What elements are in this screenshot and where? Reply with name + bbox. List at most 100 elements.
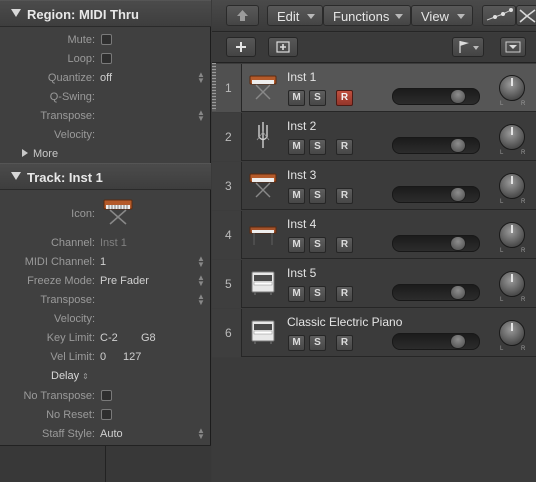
record-enable-button[interactable]: R bbox=[336, 335, 353, 351]
edit-menu[interactable]: Edit bbox=[267, 5, 323, 26]
key-limit-row[interactable]: Key Limit: C-2 G8 bbox=[0, 329, 211, 348]
electric-piano-icon[interactable] bbox=[248, 218, 278, 248]
new-folder-track-button[interactable] bbox=[268, 37, 298, 57]
track-row[interactable]: 4 Inst 4MSRLR bbox=[212, 211, 536, 259]
updown-arrows-icon[interactable]: ⇕ bbox=[82, 372, 89, 381]
track-name[interactable]: Classic Electric Piano bbox=[287, 315, 402, 329]
mute-button[interactable]: M bbox=[288, 335, 305, 351]
track-number[interactable]: 4 bbox=[212, 211, 242, 259]
mute-button[interactable]: M bbox=[288, 90, 305, 106]
track-velocity-row[interactable]: Velocity: bbox=[0, 310, 211, 329]
upright-piano-icon[interactable] bbox=[248, 267, 278, 297]
disclosure-triangle-icon[interactable] bbox=[11, 9, 21, 17]
track-row[interactable]: 1 Inst 1MSRLR bbox=[212, 64, 536, 112]
track-number[interactable]: 1 bbox=[212, 64, 242, 112]
record-enable-button[interactable]: R bbox=[336, 237, 353, 253]
key-limit-low[interactable]: C-2 bbox=[100, 332, 118, 344]
track-name[interactable]: Inst 5 bbox=[287, 266, 316, 280]
updown-arrows-icon[interactable]: ▲ ▼ bbox=[197, 274, 205, 288]
synth-keyboard-icon[interactable] bbox=[248, 169, 278, 199]
record-enable-button[interactable]: R bbox=[336, 90, 353, 106]
region-quantize-row[interactable]: Quantize: off ▲ ▼ bbox=[0, 69, 211, 88]
fader-knob[interactable] bbox=[450, 285, 466, 300]
updown-arrows-icon[interactable]: ▲ ▼ bbox=[197, 109, 205, 123]
solo-button[interactable]: S bbox=[309, 90, 326, 106]
flag-menu-button[interactable] bbox=[452, 37, 484, 57]
freeze-mode-row[interactable]: Freeze Mode: Pre Fader ▲ ▼ bbox=[0, 272, 211, 291]
pan-knob[interactable] bbox=[499, 222, 525, 248]
track-number[interactable]: 2 bbox=[212, 113, 242, 161]
up-arrow-button[interactable] bbox=[226, 5, 259, 26]
functions-menu[interactable]: Functions bbox=[323, 5, 411, 26]
track-number[interactable]: 3 bbox=[212, 162, 242, 210]
pan-knob[interactable] bbox=[499, 124, 525, 150]
more-label[interactable]: More bbox=[33, 148, 58, 160]
pan-knob[interactable] bbox=[499, 271, 525, 297]
key-limit-high[interactable]: G8 bbox=[141, 332, 156, 344]
staff-style-row[interactable]: Staff Style: Auto ▲ ▼ bbox=[0, 425, 211, 444]
view-label[interactable]: View bbox=[421, 9, 449, 24]
updown-arrows-icon[interactable]: ▲ ▼ bbox=[197, 427, 205, 441]
upright-piano-icon[interactable] bbox=[248, 316, 278, 346]
track-name[interactable]: Inst 4 bbox=[287, 217, 316, 231]
functions-label[interactable]: Functions bbox=[333, 9, 389, 24]
pan-knob[interactable] bbox=[499, 173, 525, 199]
vel-limit-high[interactable]: 127 bbox=[123, 351, 141, 363]
solo-button[interactable]: S bbox=[309, 335, 326, 351]
no-reset-checkbox[interactable] bbox=[101, 409, 112, 420]
track-row[interactable]: 2 Inst 2MSRLR bbox=[212, 113, 536, 161]
disclosure-triangle-icon[interactable] bbox=[11, 172, 21, 180]
fader-knob[interactable] bbox=[450, 89, 466, 104]
no-transpose-checkbox[interactable] bbox=[101, 390, 112, 401]
synth-keyboard-icon[interactable] bbox=[101, 193, 135, 227]
solo-button[interactable]: S bbox=[309, 139, 326, 155]
volume-fader[interactable] bbox=[392, 333, 480, 350]
solo-button[interactable]: S bbox=[309, 237, 326, 253]
record-enable-button[interactable]: R bbox=[336, 188, 353, 204]
solo-button[interactable]: S bbox=[309, 188, 326, 204]
vel-limit-low[interactable]: 0 bbox=[100, 351, 106, 363]
updown-arrows-icon[interactable]: ▲ ▼ bbox=[197, 71, 205, 85]
fader-knob[interactable] bbox=[450, 187, 466, 202]
loop-checkbox[interactable] bbox=[101, 53, 112, 64]
fader-knob[interactable] bbox=[450, 334, 466, 349]
track-name[interactable]: Inst 3 bbox=[287, 168, 316, 182]
region-header[interactable]: Region: MIDI Thru bbox=[0, 0, 211, 27]
more-disclosure[interactable]: More bbox=[22, 148, 58, 160]
automation-button[interactable] bbox=[482, 5, 516, 26]
track-name[interactable]: Inst 2 bbox=[287, 119, 316, 133]
volume-fader[interactable] bbox=[392, 186, 480, 203]
track-name[interactable]: Inst 1 bbox=[287, 70, 316, 84]
mute-button[interactable]: M bbox=[288, 139, 305, 155]
volume-fader[interactable] bbox=[392, 235, 480, 252]
mute-button[interactable]: M bbox=[288, 286, 305, 302]
delay-popup[interactable]: Delay ⇕ bbox=[51, 370, 89, 382]
pan-knob[interactable] bbox=[499, 75, 525, 101]
track-number[interactable]: 6 bbox=[212, 309, 242, 357]
flex-button[interactable] bbox=[516, 5, 536, 26]
updown-arrows-icon[interactable]: ▲ ▼ bbox=[197, 255, 205, 269]
mute-button[interactable]: M bbox=[288, 188, 305, 204]
track-row[interactable]: 5 Inst 5MSRLR bbox=[212, 260, 536, 308]
track-resize-handle[interactable] bbox=[212, 63, 216, 111]
delay-label[interactable]: Delay bbox=[51, 370, 79, 382]
synth-keyboard-icon[interactable] bbox=[248, 71, 278, 101]
quantize-value[interactable]: off bbox=[100, 72, 112, 84]
solo-button[interactable]: S bbox=[309, 286, 326, 302]
volume-fader[interactable] bbox=[392, 284, 480, 301]
midi-channel-value[interactable]: 1 bbox=[100, 256, 106, 268]
vel-limit-row[interactable]: Vel Limit: 0 127 bbox=[0, 348, 211, 367]
record-enable-button[interactable]: R bbox=[336, 286, 353, 302]
region-qswing-row[interactable]: Q-Swing: bbox=[0, 88, 211, 107]
tuning-fork-icon[interactable] bbox=[248, 120, 278, 150]
track-row[interactable]: 3 Inst 3MSRLR bbox=[212, 162, 536, 210]
disclosure-triangle-icon[interactable] bbox=[22, 149, 28, 157]
mute-checkbox[interactable] bbox=[101, 34, 112, 45]
freeze-mode-value[interactable]: Pre Fader bbox=[100, 275, 149, 287]
region-velocity-row[interactable]: Velocity: bbox=[0, 126, 211, 145]
mute-button[interactable]: M bbox=[288, 237, 305, 253]
track-number[interactable]: 5 bbox=[212, 260, 242, 308]
record-enable-button[interactable]: R bbox=[336, 139, 353, 155]
pan-knob[interactable] bbox=[499, 320, 525, 346]
region-transpose-row[interactable]: Transpose: ▲ ▼ bbox=[0, 107, 211, 126]
